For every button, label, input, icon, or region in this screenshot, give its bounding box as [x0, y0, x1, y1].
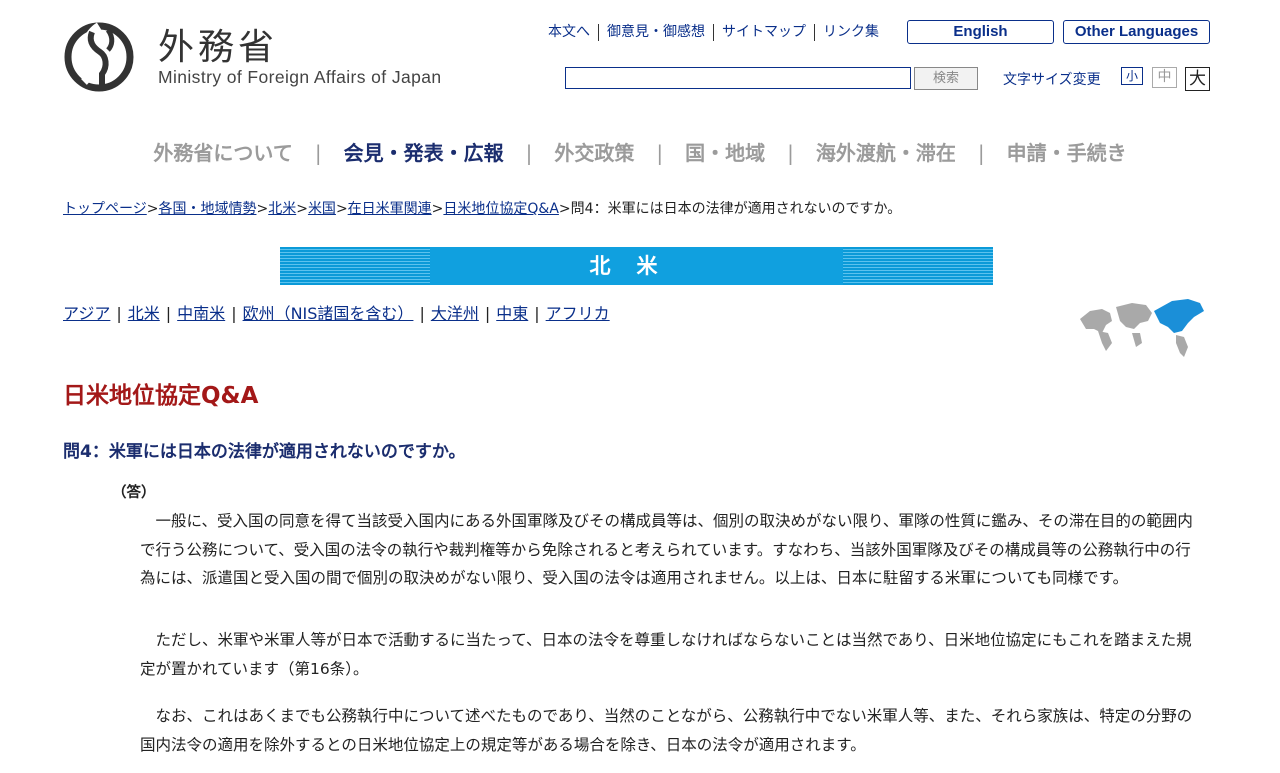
answer-paragraph: なお、これはあくまでも公務執行中について述べたものであり、当然のことながら、公務… — [140, 707, 1193, 754]
answer-paragraph: ただし、米軍や米軍人等が日本で活動するに当たって、日本の法令を尊重しなければなら… — [140, 631, 1192, 678]
search-button[interactable]: 検索 — [914, 67, 978, 90]
link-sitemap[interactable]: サイトマップ — [713, 24, 814, 41]
breadcrumb-usfj[interactable]: 在日米軍関連 — [348, 201, 432, 217]
font-size-label: 文字サイズ変更 — [1003, 72, 1101, 88]
link-links[interactable]: リンク集 — [814, 24, 887, 41]
page-title: 日米地位協定Q&A — [63, 383, 259, 409]
breadcrumb-sofa-qa[interactable]: 日米地位協定Q&A — [443, 201, 559, 217]
site-title[interactable]: 外務省 — [158, 18, 278, 70]
font-size-large-button[interactable]: 大 — [1185, 67, 1210, 91]
link-feedback[interactable]: 御意見・御感想 — [598, 24, 713, 41]
nav-separator: | — [977, 141, 985, 165]
nav-separator: | — [525, 141, 533, 165]
region-middle-east[interactable]: 中東 — [496, 304, 528, 323]
breadcrumb: トップページ>各国・地域情勢>北米>米国>在日米軍関連>日米地位協定Q&A>問4… — [63, 201, 902, 217]
site-subtitle[interactable]: Ministry of Foreign Affairs of Japan — [158, 67, 442, 88]
banner-title: 北米 — [589, 254, 684, 278]
breadcrumb-current: 問4：米軍には日本の法律が適用されないのですか。 — [570, 201, 902, 217]
answer-label: （答） — [112, 485, 156, 501]
other-languages-button[interactable]: Other Languages — [1063, 20, 1210, 44]
region-north-america[interactable]: 北米 — [128, 304, 160, 323]
world-map-icon — [1080, 299, 1204, 357]
link-skip-to-content[interactable]: 本文へ — [540, 24, 598, 41]
nav-separator: | — [656, 141, 664, 165]
utility-links: 本文へ 御意見・御感想 サイトマップ リンク集 — [540, 24, 887, 41]
nav-separator: | — [787, 141, 794, 165]
search-input[interactable] — [565, 67, 911, 89]
region-africa[interactable]: アフリカ — [546, 304, 610, 323]
breadcrumb-regions[interactable]: 各国・地域情勢 — [158, 201, 256, 217]
region-europe[interactable]: 欧州（NIS諸国を含む） — [243, 304, 414, 323]
font-size-medium-button[interactable]: 中 — [1152, 67, 1177, 88]
region-asia[interactable]: アジア — [63, 304, 110, 323]
breadcrumb-usa[interactable]: 米国 — [308, 201, 336, 217]
nav-press[interactable]: 会見・発表・広報 — [322, 140, 526, 166]
english-button[interactable]: English — [907, 20, 1054, 44]
font-size-small-button[interactable]: 小 — [1121, 67, 1143, 85]
region-oceania[interactable]: 大洋州 — [431, 304, 479, 323]
nav-countries[interactable]: 国・地域 — [663, 140, 787, 166]
breadcrumb-top[interactable]: トップページ — [63, 201, 147, 217]
nav-travel[interactable]: 海外渡航・滞在 — [794, 140, 978, 166]
mofa-logo-icon[interactable] — [62, 18, 136, 94]
nav-policy[interactable]: 外交政策 — [532, 140, 656, 166]
nav-about[interactable]: 外務省について — [131, 140, 314, 166]
region-links: アジア | 北米 | 中南米 | 欧州（NIS諸国を含む） | 大洋州 | 中東 | アフリカ — [63, 304, 610, 323]
breadcrumb-north-america[interactable]: 北米 — [268, 201, 296, 217]
global-nav: 外務省について | 会見・発表・広報 | 外交政策 | 国・地域 | 海外渡航・… — [0, 140, 1280, 166]
nav-applications[interactable]: 申請・手続き — [985, 140, 1149, 166]
nav-separator: | — [314, 141, 322, 165]
region-banner: 北米 — [280, 247, 993, 285]
region-latin-america[interactable]: 中南米 — [177, 304, 225, 323]
answer-paragraph: 一般に、受入国の同意を得て当該受入国内にある外国軍隊及びその構成員等は、個別の取… — [140, 512, 1193, 587]
question-heading: 問4：米軍には日本の法律が適用されないのですか。 — [63, 442, 466, 462]
